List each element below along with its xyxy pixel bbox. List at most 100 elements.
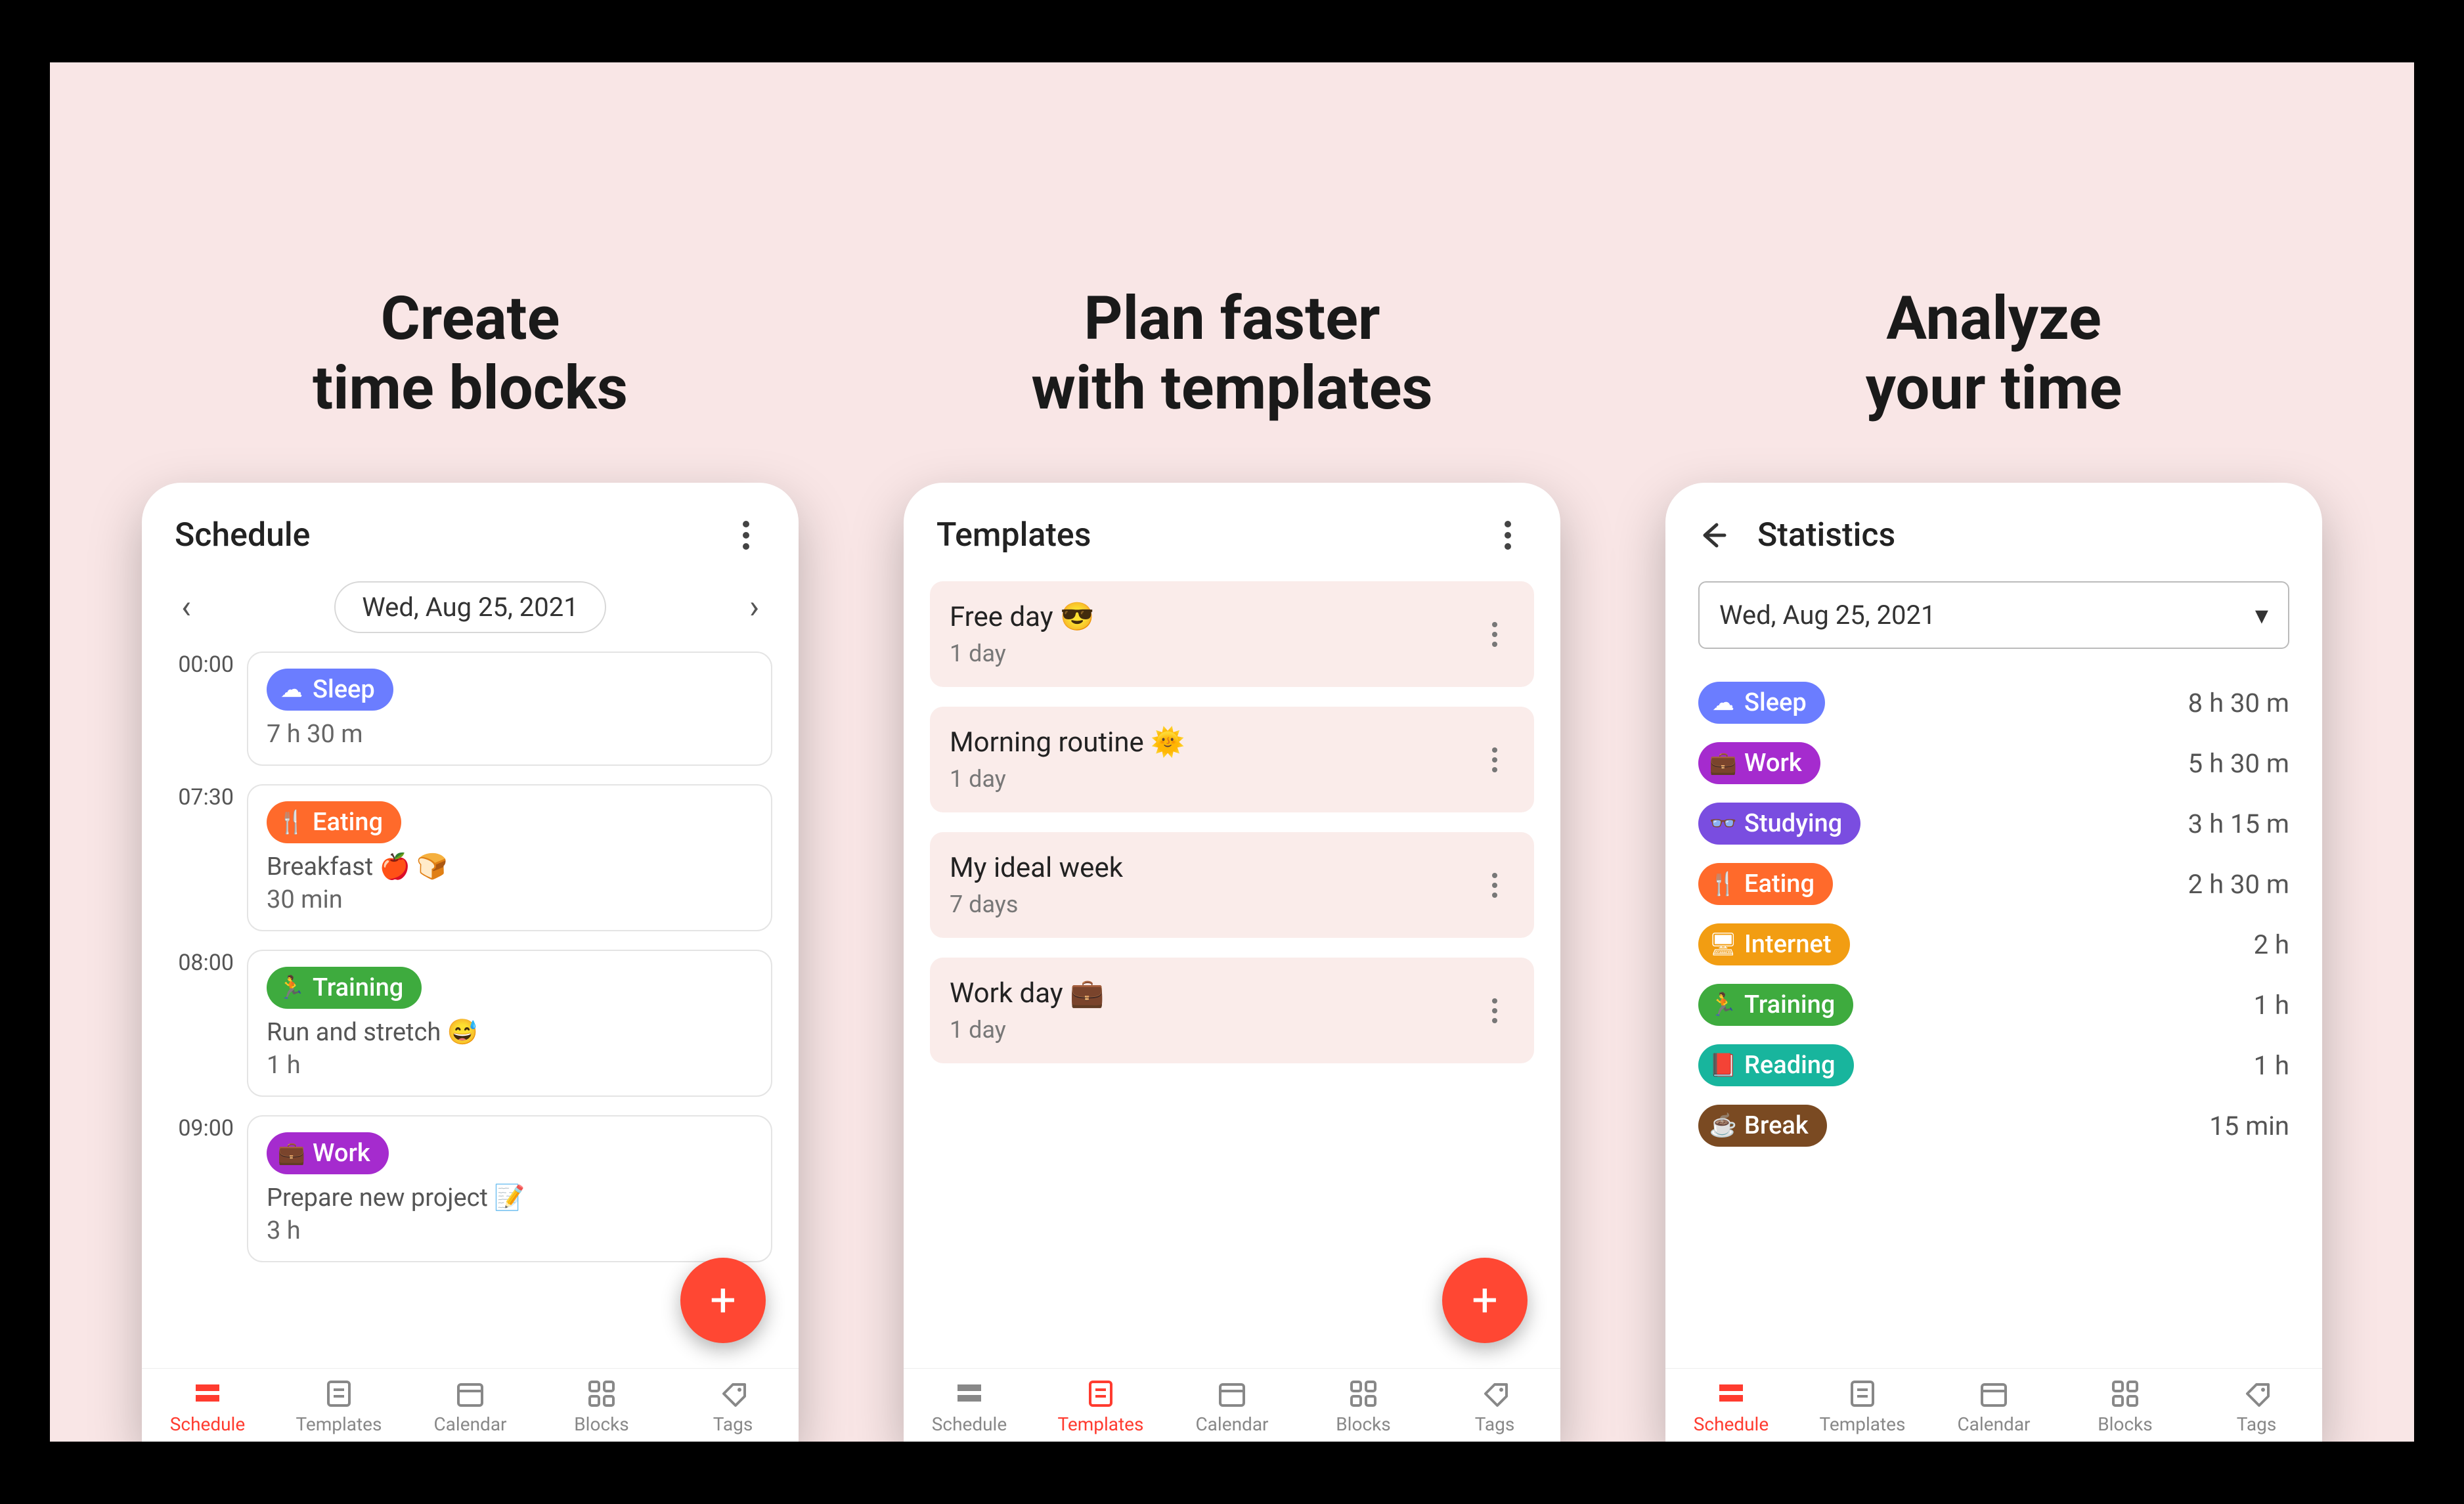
tag-label: Eating	[313, 808, 383, 837]
block-description: Run and stretch 😅	[267, 1018, 753, 1047]
nav-templates[interactable]: Templates	[1803, 1378, 1922, 1435]
brief-icon: 💼	[278, 1140, 305, 1166]
stat-row: 🏃 Training 1 h	[1698, 984, 2289, 1026]
stat-row: 📕 Reading 1 h	[1698, 1044, 2289, 1086]
nav-calendar[interactable]: Calendar	[1173, 1378, 1291, 1435]
time-label: 00:00	[155, 646, 234, 678]
phone-templates: Templates Free day 😎 1 day Morning routi…	[904, 483, 1560, 1442]
bottom-nav: Schedule Templates Calendar Blocks Tags	[142, 1368, 799, 1442]
tag-internet[interactable]: 🖥 Internet	[1698, 923, 1850, 965]
nav-blocks[interactable]: Blocks	[2066, 1378, 2184, 1435]
template-main: Free day 😎 1 day	[950, 601, 1475, 667]
fork-icon: 🍴	[1710, 871, 1736, 897]
stat-value: 1 h	[2254, 990, 2289, 1021]
calendar-icon	[1216, 1378, 1248, 1409]
screen-icon: 🖥	[1710, 931, 1736, 958]
phone-statistics: Statistics Wed, Aug 25, 2021 ▾ ☁ Sleep 8…	[1665, 483, 2322, 1442]
tag-sleep: ☁ Sleep	[267, 669, 393, 711]
template-more-icon[interactable]	[1475, 615, 1514, 654]
stat-row: 🍴 Eating 2 h 30 m	[1698, 863, 2289, 905]
nav-tags[interactable]: Tags	[674, 1378, 792, 1435]
appbar: Statistics	[1665, 483, 2322, 575]
template-card[interactable]: Free day 😎 1 day	[930, 581, 1534, 687]
time-row: 00:00 ☁ Sleep 7 h 30 m	[155, 646, 785, 779]
next-day-button[interactable]: ›	[736, 582, 772, 633]
block-description: Breakfast 🍎 🍞	[267, 852, 753, 881]
schedule-icon	[954, 1378, 985, 1409]
nav-label: Tags	[1475, 1413, 1515, 1435]
nav-schedule[interactable]: Schedule	[910, 1378, 1028, 1435]
chevron-down-icon: ▾	[2255, 600, 2268, 630]
block-card[interactable]: 💼 Work Prepare new project 📝 3 h	[247, 1115, 772, 1262]
template-duration: 1 day	[950, 1016, 1475, 1044]
template-more-icon[interactable]	[1475, 740, 1514, 780]
tag-break[interactable]: ☕ Break	[1698, 1105, 1827, 1147]
tag-training[interactable]: 🏃 Training	[1698, 984, 1853, 1026]
calendar-icon	[1978, 1378, 2010, 1409]
tag-studying[interactable]: 👓 Studying	[1698, 803, 1860, 845]
tag-eating[interactable]: 🍴 Eating	[1698, 863, 1833, 905]
nav-calendar[interactable]: Calendar	[411, 1378, 529, 1435]
nav-label: Tags	[2237, 1413, 2277, 1435]
date-select[interactable]: Wed, Aug 25, 2021 ▾	[1698, 581, 2289, 649]
tags-icon	[717, 1378, 749, 1409]
nav-label: Calendar	[1957, 1413, 2030, 1435]
nav-schedule[interactable]: Schedule	[1672, 1378, 1790, 1435]
date-nav: ‹ Wed, Aug 25, 2021 ›	[142, 575, 799, 646]
bottom-nav: Schedule Templates Calendar Blocks Tags	[1665, 1368, 2322, 1442]
headline-analyze: Analyze your time	[1866, 284, 2123, 424]
back-icon[interactable]	[1698, 516, 1738, 555]
template-title: Morning routine 🌞	[950, 726, 1475, 759]
book-icon: 📕	[1710, 1052, 1736, 1078]
nav-tags[interactable]: Tags	[1436, 1378, 1554, 1435]
nav-label: Tags	[713, 1413, 753, 1435]
more-icon[interactable]	[1488, 516, 1528, 555]
template-main: Morning routine 🌞 1 day	[950, 726, 1475, 793]
nav-calendar[interactable]: Calendar	[1935, 1378, 2053, 1435]
tag-label: Sleep	[1744, 688, 1807, 717]
block-card[interactable]: 🍴 Eating Breakfast 🍎 🍞 30 min	[247, 784, 772, 931]
date-chip[interactable]: Wed, Aug 25, 2021	[334, 581, 605, 633]
stats-body: Wed, Aug 25, 2021 ▾ ☁ Sleep 8 h 30 m 💼 W…	[1665, 575, 2322, 1368]
more-icon[interactable]	[726, 516, 766, 555]
template-card[interactable]: Work day 💼 1 day	[930, 958, 1534, 1063]
template-card[interactable]: My ideal week 7 days	[930, 832, 1534, 938]
nav-schedule[interactable]: Schedule	[148, 1378, 267, 1435]
appbar: Templates	[904, 483, 1560, 575]
block-card[interactable]: ☁ Sleep 7 h 30 m	[247, 652, 772, 766]
add-template-fab[interactable]: +	[1442, 1258, 1528, 1343]
add-block-fab[interactable]: +	[680, 1258, 766, 1343]
template-title: Work day 💼	[950, 977, 1475, 1009]
tag-eating: 🍴 Eating	[267, 801, 401, 843]
template-list: Free day 😎 1 day Morning routine 🌞 1 day…	[904, 575, 1560, 1368]
template-more-icon[interactable]	[1475, 991, 1514, 1030]
tag-reading[interactable]: 📕 Reading	[1698, 1044, 1854, 1086]
nav-templates[interactable]: Templates	[280, 1378, 398, 1435]
template-duration: 1 day	[950, 640, 1475, 667]
block-duration: 7 h 30 m	[267, 720, 753, 749]
phone-schedule: Schedule ‹ Wed, Aug 25, 2021 › 00:00 ☁ S…	[142, 483, 799, 1442]
prev-day-button[interactable]: ‹	[168, 582, 204, 633]
tag-work[interactable]: 💼 Work	[1698, 742, 1820, 784]
page-title: Schedule	[175, 516, 707, 554]
block-duration: 30 min	[267, 885, 753, 914]
block-card[interactable]: 🏃 Training Run and stretch 😅 1 h	[247, 950, 772, 1097]
tags-icon	[2241, 1378, 2272, 1409]
schedule-icon	[192, 1378, 223, 1409]
template-title: My ideal week	[950, 852, 1475, 884]
time-label: 09:00	[155, 1110, 234, 1141]
nav-label: Calendar	[433, 1413, 506, 1435]
tag-label: Work	[1744, 749, 1802, 778]
stat-row: ☁ Sleep 8 h 30 m	[1698, 682, 2289, 724]
tags-icon	[1479, 1378, 1510, 1409]
blocks-icon	[2109, 1378, 2141, 1409]
blocks-icon	[586, 1378, 617, 1409]
tag-sleep[interactable]: ☁ Sleep	[1698, 682, 1825, 724]
nav-blocks[interactable]: Blocks	[542, 1378, 661, 1435]
nav-templates[interactable]: Templates	[1042, 1378, 1160, 1435]
nav-tags[interactable]: Tags	[2197, 1378, 2316, 1435]
nav-blocks[interactable]: Blocks	[1304, 1378, 1422, 1435]
template-card[interactable]: Morning routine 🌞 1 day	[930, 707, 1534, 812]
stat-row: 🖥 Internet 2 h	[1698, 923, 2289, 965]
template-more-icon[interactable]	[1475, 866, 1514, 905]
